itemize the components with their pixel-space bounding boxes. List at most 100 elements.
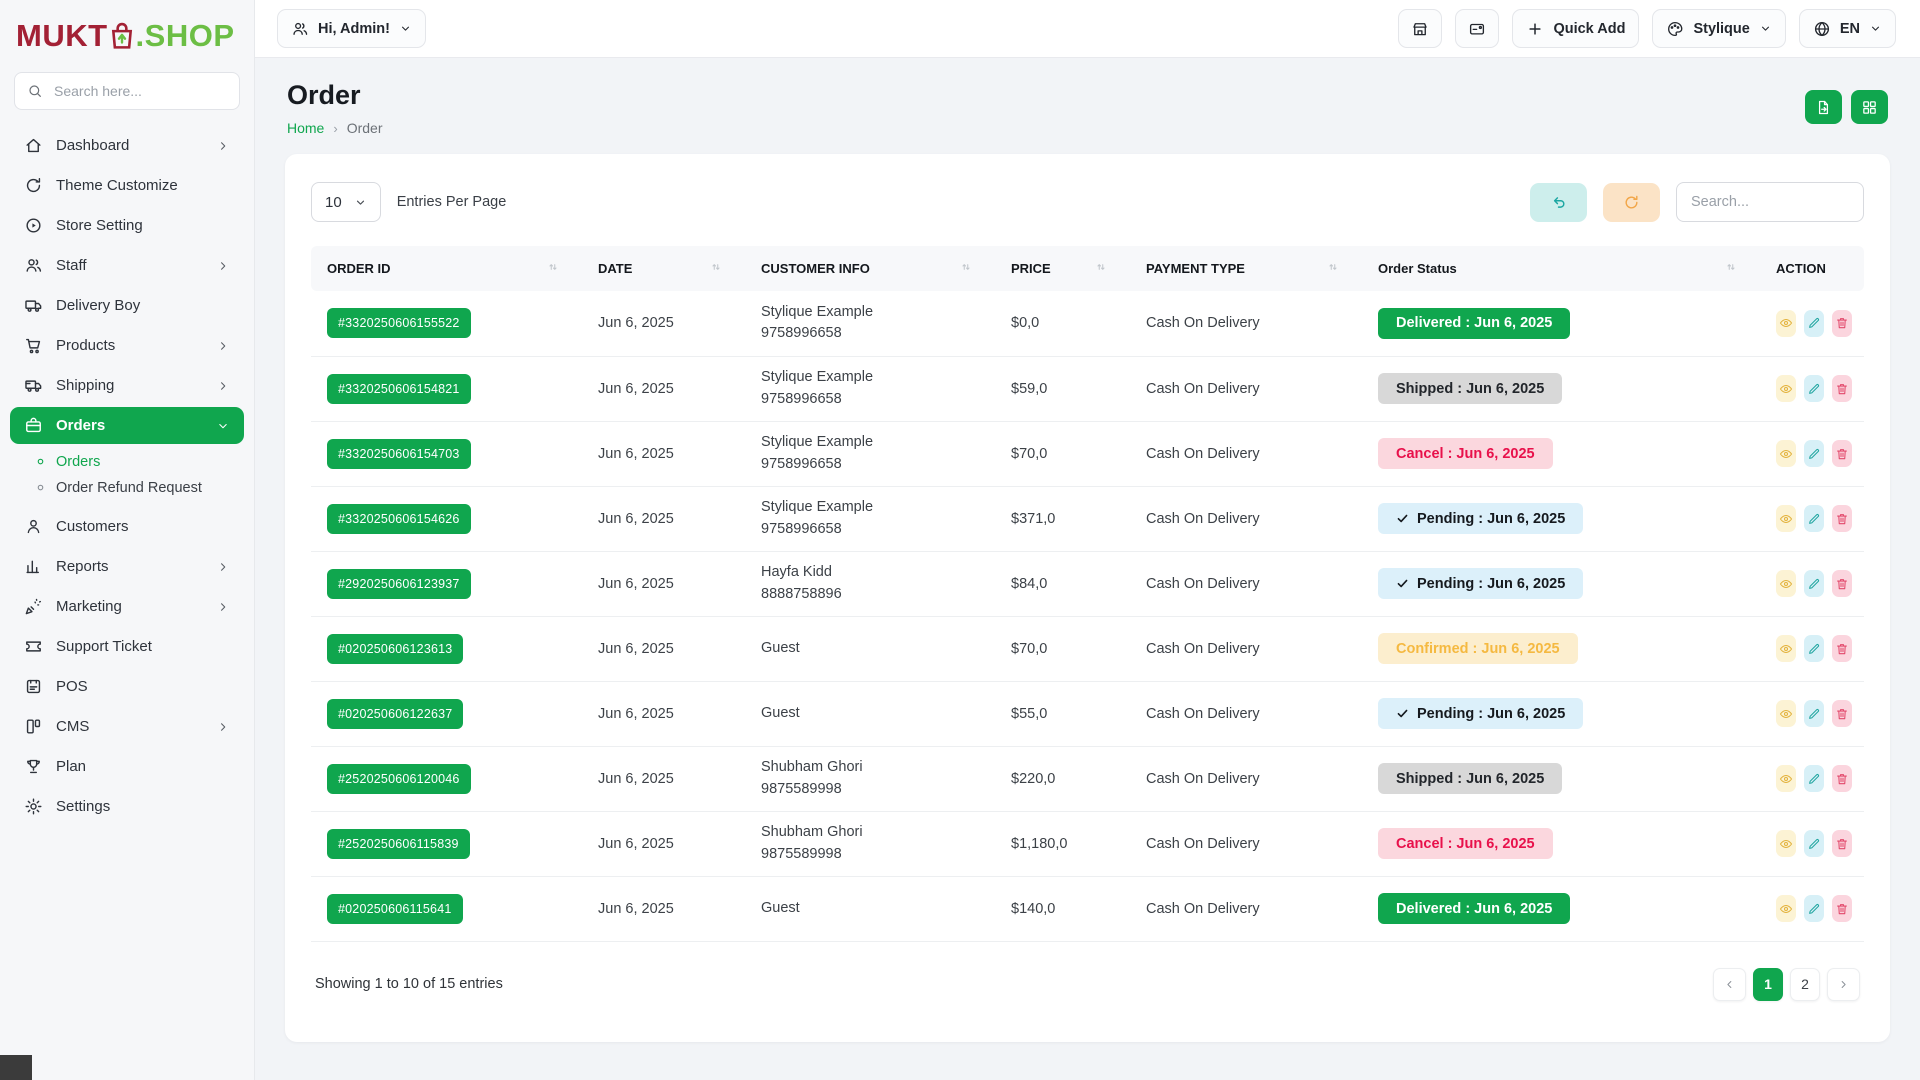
sidebar-search-input[interactable] [52,82,227,100]
sidebar-subitem-orders[interactable]: Orders [36,449,254,475]
grid-view-button[interactable] [1851,90,1888,124]
pagination-prev-button[interactable] [1713,968,1746,1001]
sidebar-item-plan[interactable]: Plan [10,748,244,785]
sort-icon[interactable] [959,260,973,277]
sidebar-item-cms[interactable]: CMS [10,708,244,745]
sidebar-item-products[interactable]: Products [10,327,244,364]
order-id-badge[interactable]: #3320250606154703 [327,439,471,469]
sidebar-item-delivery-boy[interactable]: Delivery Boy [10,287,244,324]
edit-order-button[interactable] [1804,765,1824,792]
pagination-next-button[interactable] [1827,968,1860,1001]
pagination-page-2[interactable]: 2 [1790,968,1820,1001]
edit-order-button[interactable] [1804,570,1824,597]
view-order-button[interactable] [1776,895,1796,922]
column-header-payment-type[interactable]: PAYMENT TYPE [1134,246,1366,291]
delete-order-button[interactable] [1832,570,1852,597]
order-id-badge[interactable]: #020250606123613 [327,634,463,664]
export-button[interactable] [1805,90,1842,124]
pencil-icon [1807,512,1821,526]
sidebar-item-dashboard[interactable]: Dashboard [10,127,244,164]
view-order-button[interactable] [1776,830,1796,857]
refresh-button[interactable] [1603,183,1660,222]
edit-order-button[interactable] [1804,375,1824,402]
order-id-badge[interactable]: #020250606115641 [327,894,463,924]
edit-order-button[interactable] [1804,700,1824,727]
pos-card-button[interactable] [1455,9,1499,48]
column-header-price[interactable]: PRICE [999,246,1134,291]
bottom-left-overlay [0,1055,32,1080]
edit-order-button[interactable] [1804,505,1824,532]
sidebar-item-reports[interactable]: Reports [10,548,244,585]
view-order-button[interactable] [1776,765,1796,792]
delete-order-button[interactable] [1832,635,1852,662]
entries-value: 10 [325,194,342,211]
undo-button[interactable] [1530,183,1587,222]
delete-order-button[interactable] [1832,505,1852,532]
order-id-badge[interactable]: #2520250606120046 [327,764,471,794]
sidebar-item-settings[interactable]: Settings [10,788,244,825]
check-icon [1396,512,1409,525]
sidebar-item-store-setting[interactable]: Store Setting [10,207,244,244]
table-row: #020250606123613Jun 6, 2025Guest$70,0Cas… [311,616,1864,681]
order-id-badge[interactable]: #2520250606115839 [327,829,470,859]
sidebar-item-pos[interactable]: POS [10,668,244,705]
edit-order-button[interactable] [1804,440,1824,467]
delete-order-button[interactable] [1832,895,1852,922]
quick-add-button[interactable]: Quick Add [1512,9,1639,48]
sidebar-item-staff[interactable]: Staff [10,247,244,284]
order-id-badge[interactable]: #3320250606154626 [327,504,471,534]
sidebar-subitem-order-refund-request[interactable]: Order Refund Request [36,475,254,501]
sort-icon[interactable] [1326,260,1340,277]
view-order-button[interactable] [1776,635,1796,662]
pagination-page-1[interactable]: 1 [1753,968,1783,1001]
view-order-button[interactable] [1776,440,1796,467]
column-header-order-id[interactable]: ORDER ID [311,246,586,291]
delete-order-button[interactable] [1832,440,1852,467]
order-id-badge[interactable]: #020250606122637 [327,699,463,729]
admin-menu-button[interactable]: Hi, Admin! [277,9,426,48]
page-header-actions [1805,90,1888,124]
sidebar-item-shipping[interactable]: Shipping [10,367,244,404]
edit-order-button[interactable] [1804,310,1824,337]
delete-order-button[interactable] [1832,375,1852,402]
view-order-button[interactable] [1776,570,1796,597]
theme-select-button[interactable]: Stylique [1652,9,1785,48]
edit-order-button[interactable] [1804,635,1824,662]
entries-per-page-select[interactable]: 10 [311,182,381,222]
column-header-customer-info[interactable]: CUSTOMER INFO [749,246,999,291]
sidebar-item-marketing[interactable]: Marketing [10,588,244,625]
briefcase-icon [24,416,43,435]
view-order-button[interactable] [1776,310,1796,337]
table-search-input[interactable] [1676,182,1864,222]
view-order-button[interactable] [1776,700,1796,727]
language-select-button[interactable]: EN [1799,9,1896,48]
order-id-badge[interactable]: #3320250606154821 [327,374,471,404]
delete-order-button[interactable] [1832,700,1852,727]
edit-order-button[interactable] [1804,895,1824,922]
sidebar-item-customers[interactable]: Customers [10,508,244,545]
sort-icon[interactable] [709,260,723,277]
users-icon [291,20,309,38]
sidebar-item-orders[interactable]: Orders [10,407,244,444]
edit-order-button[interactable] [1804,830,1824,857]
brand-logo[interactable]: MUKT .SHOP [0,0,254,56]
sidebar-item-support-ticket[interactable]: Support Ticket [10,628,244,665]
delete-order-button[interactable] [1832,765,1852,792]
table-row: #020250606122637Jun 6, 2025Guest$55,0Cas… [311,681,1864,746]
storefront-button[interactable] [1398,9,1442,48]
sidebar-item-theme-customize[interactable]: Theme Customize [10,167,244,204]
order-id-badge[interactable]: #3320250606155522 [327,308,471,338]
column-header-order-status[interactable]: Order Status [1366,246,1764,291]
sort-icon[interactable] [1094,260,1108,277]
order-id-badge[interactable]: #2920250606123937 [327,569,471,599]
sidebar-item-label: Store Setting [56,217,143,234]
sort-icon[interactable] [546,260,560,277]
view-order-button[interactable] [1776,505,1796,532]
delete-order-button[interactable] [1832,830,1852,857]
sidebar-item-label: Marketing [56,598,122,615]
view-order-button[interactable] [1776,375,1796,402]
sort-icon[interactable] [1724,260,1738,277]
delete-order-button[interactable] [1832,310,1852,337]
column-header-date[interactable]: DATE [586,246,749,291]
breadcrumb-home-link[interactable]: Home [287,120,324,136]
